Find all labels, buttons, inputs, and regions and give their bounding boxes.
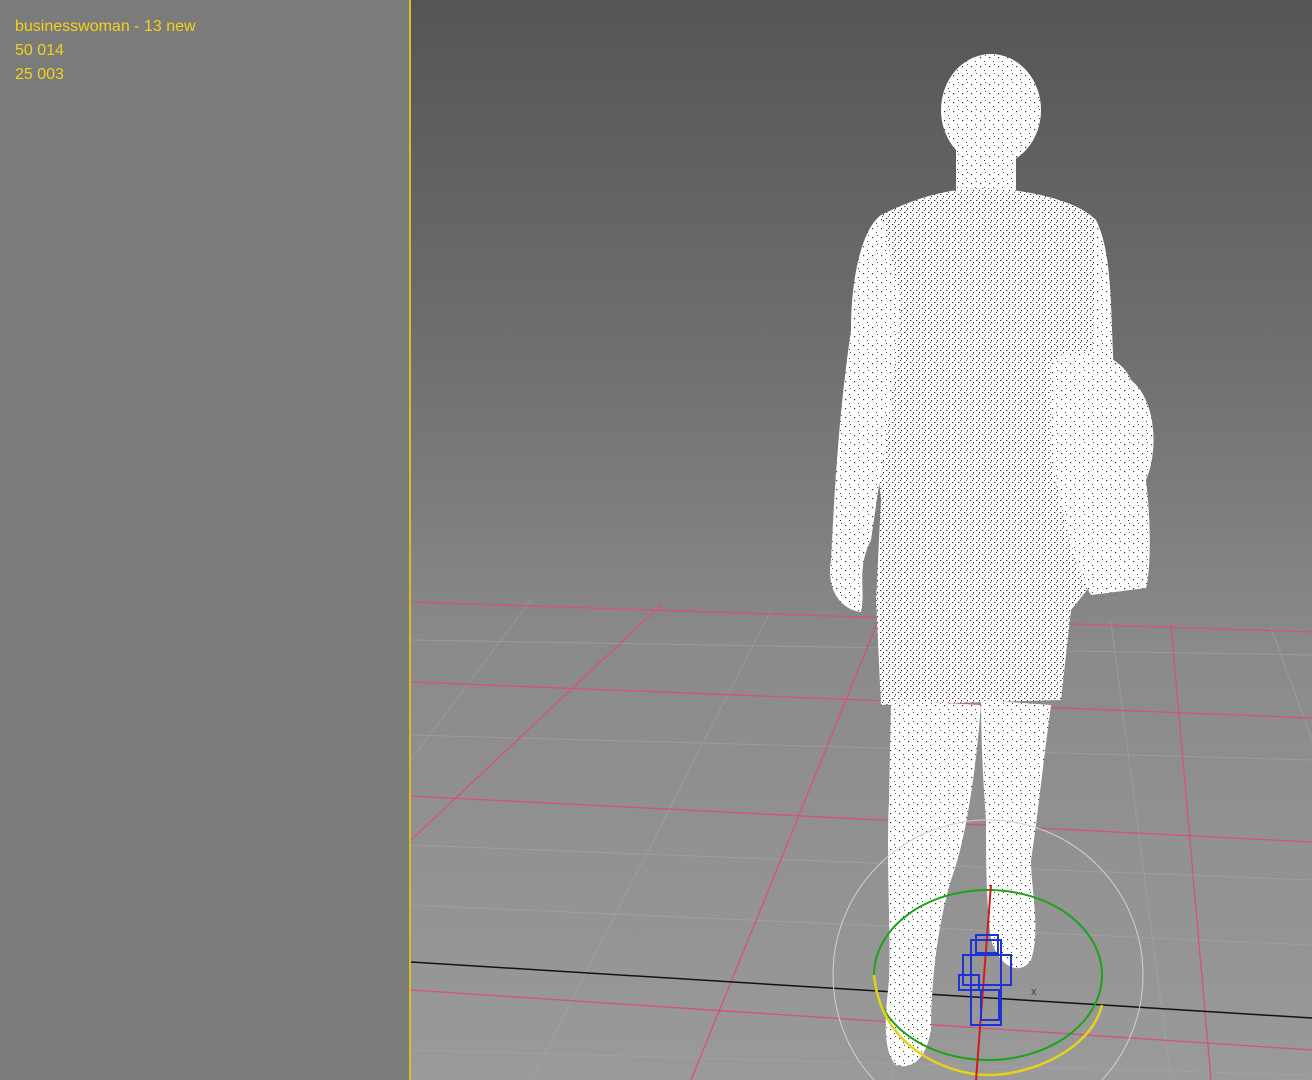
object-name-label: businesswoman - 13 new xyxy=(15,18,196,35)
side-viewport-panel[interactable]: businesswoman - 13 new 50 014 25 003 xyxy=(0,0,410,1080)
world-axis-line xyxy=(411,961,1312,1019)
gizmo-x-axis-label: x xyxy=(1031,986,1037,998)
stat-line-3: 25 003 xyxy=(15,66,64,83)
viewport-canvas: x xyxy=(411,54,1312,1080)
perspective-viewport[interactable]: x xyxy=(411,0,1312,1080)
app-window: businesswoman - 13 new 50 014 25 003 x xyxy=(0,0,1312,1080)
grid-major-lines xyxy=(411,601,1312,1080)
viewport-statistics: businesswoman - 13 new 50 014 25 003 xyxy=(15,15,196,87)
grid-minor-lines xyxy=(411,599,1312,1080)
stat-line-2: 50 014 xyxy=(15,42,64,59)
businesswoman-model[interactable] xyxy=(830,54,1154,1067)
